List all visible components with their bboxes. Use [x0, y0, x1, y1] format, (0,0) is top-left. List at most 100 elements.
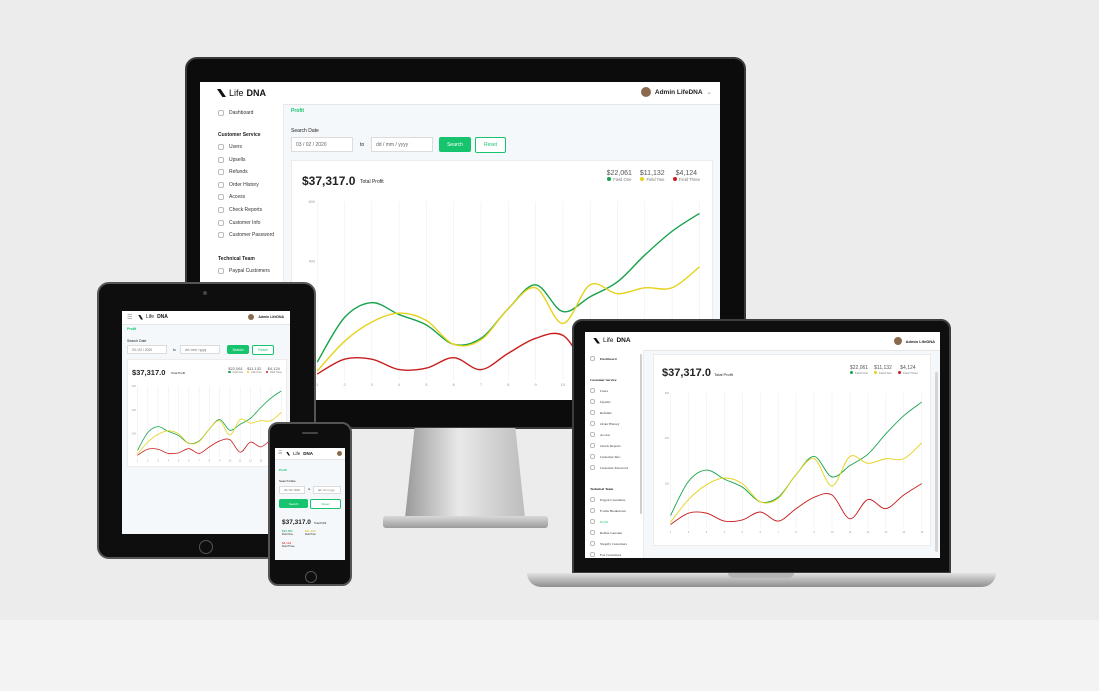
dna-logo-icon	[593, 337, 600, 344]
x-tick-label: 4	[398, 383, 400, 387]
sidebar-item-shopify-customers[interactable]: Shopify Customers	[590, 541, 627, 546]
stat-field-three: $4,124 Field Three	[265, 366, 282, 374]
user-menu[interactable]: Admin LifeDNA	[248, 314, 284, 320]
sidebar-item-upsells[interactable]: Upsells	[218, 156, 245, 163]
y-tick-label: 600	[665, 392, 670, 395]
profit-chart: 123456789101112131415600400200	[132, 385, 283, 463]
stats-group: $22,061 Field One $11,132 Field Two $4,124 Fi…	[850, 365, 918, 375]
x-tick-label: 3	[371, 383, 373, 387]
access-icon	[590, 432, 595, 437]
logo[interactable]: Life DNA	[286, 451, 313, 456]
sidebar-item-check-reports[interactable]: Check Reports	[590, 443, 621, 448]
search-button[interactable]: Search	[439, 137, 471, 152]
sidebar-item-refine-genome[interactable]: Refine Genome	[590, 530, 622, 535]
sidebar-item-order-history[interactable]: Order History	[590, 421, 620, 426]
total-profit-value: $37,317.0	[282, 519, 311, 526]
stat-field-one: $22,061 Field One	[282, 529, 293, 536]
user-menu[interactable]: Admin LifeDNA	[893, 337, 935, 345]
menu-icon[interactable]: ☰	[127, 314, 132, 321]
menu-icon[interactable]: ☰	[278, 450, 282, 456]
y-tick-label: 200	[132, 433, 137, 436]
user-menu[interactable]: Admin LifeDNA ⌄	[640, 87, 712, 97]
x-tick-label: 1	[670, 531, 672, 534]
x-tick-label: 8	[209, 460, 211, 463]
sidebar-item-fax-customers[interactable]: Fax Customers	[590, 552, 621, 557]
legend-dot-icon	[672, 177, 677, 182]
sidebar-item-dashboard[interactable]: Dashboard	[590, 356, 617, 361]
stat-field-two: $11,132 Field Two	[305, 529, 316, 536]
sidebar-item-users[interactable]: Users	[590, 388, 608, 393]
shopify-customers-icon	[590, 541, 595, 546]
legend-dot-icon	[265, 371, 268, 374]
sidebar-item-customer-password[interactable]: Customer Password	[590, 465, 628, 470]
logo[interactable]: Life DNA	[138, 314, 168, 320]
date-to-input[interactable]: dd / mm / yyyy	[313, 486, 341, 494]
sidebar-item-check-reports[interactable]: Check Reports	[218, 207, 262, 213]
sidebar-item-refunds[interactable]: Refunds	[218, 169, 248, 176]
y-tick-label: 200	[665, 483, 670, 486]
upsells-icon	[590, 399, 595, 404]
avatar	[640, 87, 651, 97]
page-title: Profit	[127, 327, 137, 331]
sidebar-item-customer-password[interactable]: Customer Password	[218, 232, 274, 239]
reset-button[interactable]: Reset	[475, 137, 506, 153]
laptop-base	[527, 573, 996, 587]
stat-field-three: $4,124 Field Three	[282, 541, 295, 548]
sidebar-item-users[interactable]: Users	[218, 144, 242, 150]
sidebar-item-forms-breakdown[interactable]: Forms Breakdown	[590, 508, 626, 513]
date-from-input[interactable]: 03 / 02 / 2020	[279, 486, 305, 494]
date-from-input[interactable]: 03 / 02 / 2020	[291, 137, 353, 152]
stat-field-two: $11,132 Field Two	[874, 365, 892, 375]
total-profit-value: $37,317.0	[662, 367, 711, 379]
sidebar-item-access[interactable]: Access	[218, 194, 245, 201]
refunds-icon	[590, 410, 595, 415]
y-tick-label: 400	[132, 409, 137, 412]
date-to-input[interactable]: dd / mm / yyyy	[371, 137, 433, 152]
dna-logo-icon	[217, 89, 226, 97]
sidebar-item-order-history[interactable]: Order History	[218, 181, 259, 188]
x-tick-label: 5	[178, 460, 180, 463]
chart-card: $37,317.0 Total Profit $22,061 Field One $…	[127, 359, 287, 467]
stat-field-two: $11,132 Field Two	[639, 170, 665, 183]
logo[interactable]: Life DNA	[593, 337, 631, 344]
page-title: Profit	[279, 468, 287, 472]
order-history-icon	[218, 181, 224, 188]
total-profit-value: $37,317.0	[302, 174, 356, 188]
sidebar-item-paypal-customers[interactable]: Paypal Customers	[590, 497, 625, 502]
x-tick-label: 9	[535, 383, 537, 387]
sidebar-item-paypal-customers[interactable]: Paypal Customers	[218, 268, 270, 274]
sidebar-item-dashboard[interactable]: Dashboard	[218, 110, 253, 116]
refine-genome-icon	[590, 530, 595, 535]
stat-field-three: $4,124 Field Three	[897, 365, 918, 375]
x-tick-label: 10	[229, 460, 232, 463]
search-button[interactable]: Search	[279, 499, 308, 508]
date-from-input[interactable]: 03 / 02 / 2020	[127, 345, 167, 354]
section-title: Customer Service	[218, 132, 261, 138]
floor-background	[0, 620, 1099, 691]
sidebar-item-refunds[interactable]: Refunds	[590, 410, 612, 415]
date-to-input[interactable]: dd / mm / yyyy	[180, 345, 220, 354]
fax-customers-icon	[590, 552, 595, 557]
x-tick-label: 13	[884, 531, 887, 534]
sidebar-item-customer-info[interactable]: Customer Info	[590, 454, 620, 459]
reset-button[interactable]: Reset	[310, 499, 341, 509]
sidebar-item-customer-info[interactable]: Customer Info	[218, 219, 260, 226]
reset-button[interactable]: Reset	[252, 345, 274, 355]
avatar[interactable]	[337, 451, 342, 456]
phone-speaker	[302, 432, 318, 434]
sidebar-item-upsells[interactable]: Upsells	[590, 399, 611, 404]
y-tick-label: 600	[132, 385, 137, 388]
sidebar-item-profit[interactable]: Profit	[590, 519, 608, 524]
logo[interactable]: Life DNA	[217, 88, 266, 98]
tablet-screen: ☰ Life DNA Admin LifeDNA Profit Search Da…	[122, 311, 290, 534]
sidebar-item-access[interactable]: Access	[590, 432, 610, 437]
brand-suffix: DNA	[246, 88, 267, 98]
customer-info-icon	[590, 454, 595, 459]
forms-breakdown-icon	[590, 508, 595, 513]
stats-group: $22,061 Field One $11,132 Field Two $4,124 Fi…	[607, 170, 700, 182]
sidebar-scrollbar[interactable]	[640, 354, 642, 514]
x-tick-label: 13	[259, 460, 262, 463]
x-tick-label: 9	[219, 460, 221, 463]
search-button[interactable]: Search	[227, 345, 249, 354]
main-scrollbar[interactable]	[935, 372, 938, 552]
